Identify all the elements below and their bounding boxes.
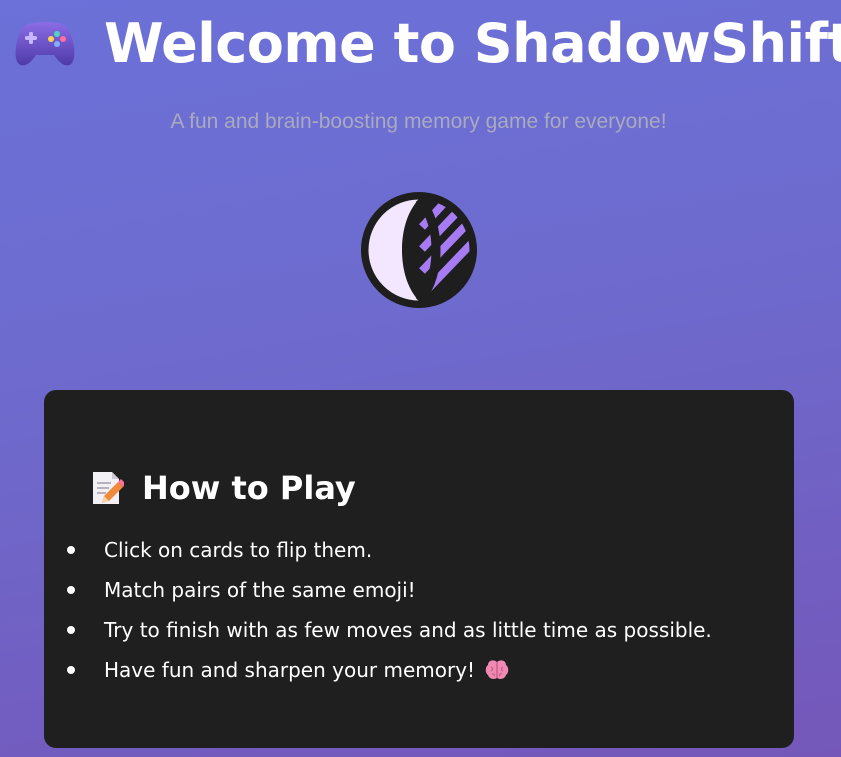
rule-text: Match pairs of the same emoji! <box>104 578 416 602</box>
page-title-text: Welcome to ShadowShift! <box>104 12 841 75</box>
game-controller-icon <box>12 17 78 71</box>
rule-text: Have fun and sharpen your memory! <box>104 658 476 682</box>
memo-pencil-icon <box>88 470 124 506</box>
list-item: Match pairs of the same emoji! <box>67 570 712 610</box>
page-title: Welcome to ShadowShift! <box>12 4 841 84</box>
page-subtitle: A fun and brain-boosting memory game for… <box>170 110 667 133</box>
how-to-play-card: How to Play Click on cards to flip them.… <box>44 390 794 748</box>
list-item: Have fun and sharpen your memory! <box>67 650 712 690</box>
brain-icon <box>485 659 509 681</box>
list-item: Try to finish with as few moves and as l… <box>67 610 712 650</box>
rule-text: Try to finish with as few moves and as l… <box>104 618 712 642</box>
shadowshift-moon-logo <box>356 187 482 313</box>
rules-list: Click on cards to flip them. Match pairs… <box>67 530 712 690</box>
how-to-play-heading-text: How to Play <box>142 469 356 507</box>
rule-text: Click on cards to flip them. <box>104 538 373 562</box>
how-to-play-heading: How to Play <box>88 468 356 508</box>
list-item: Click on cards to flip them. <box>67 530 712 570</box>
